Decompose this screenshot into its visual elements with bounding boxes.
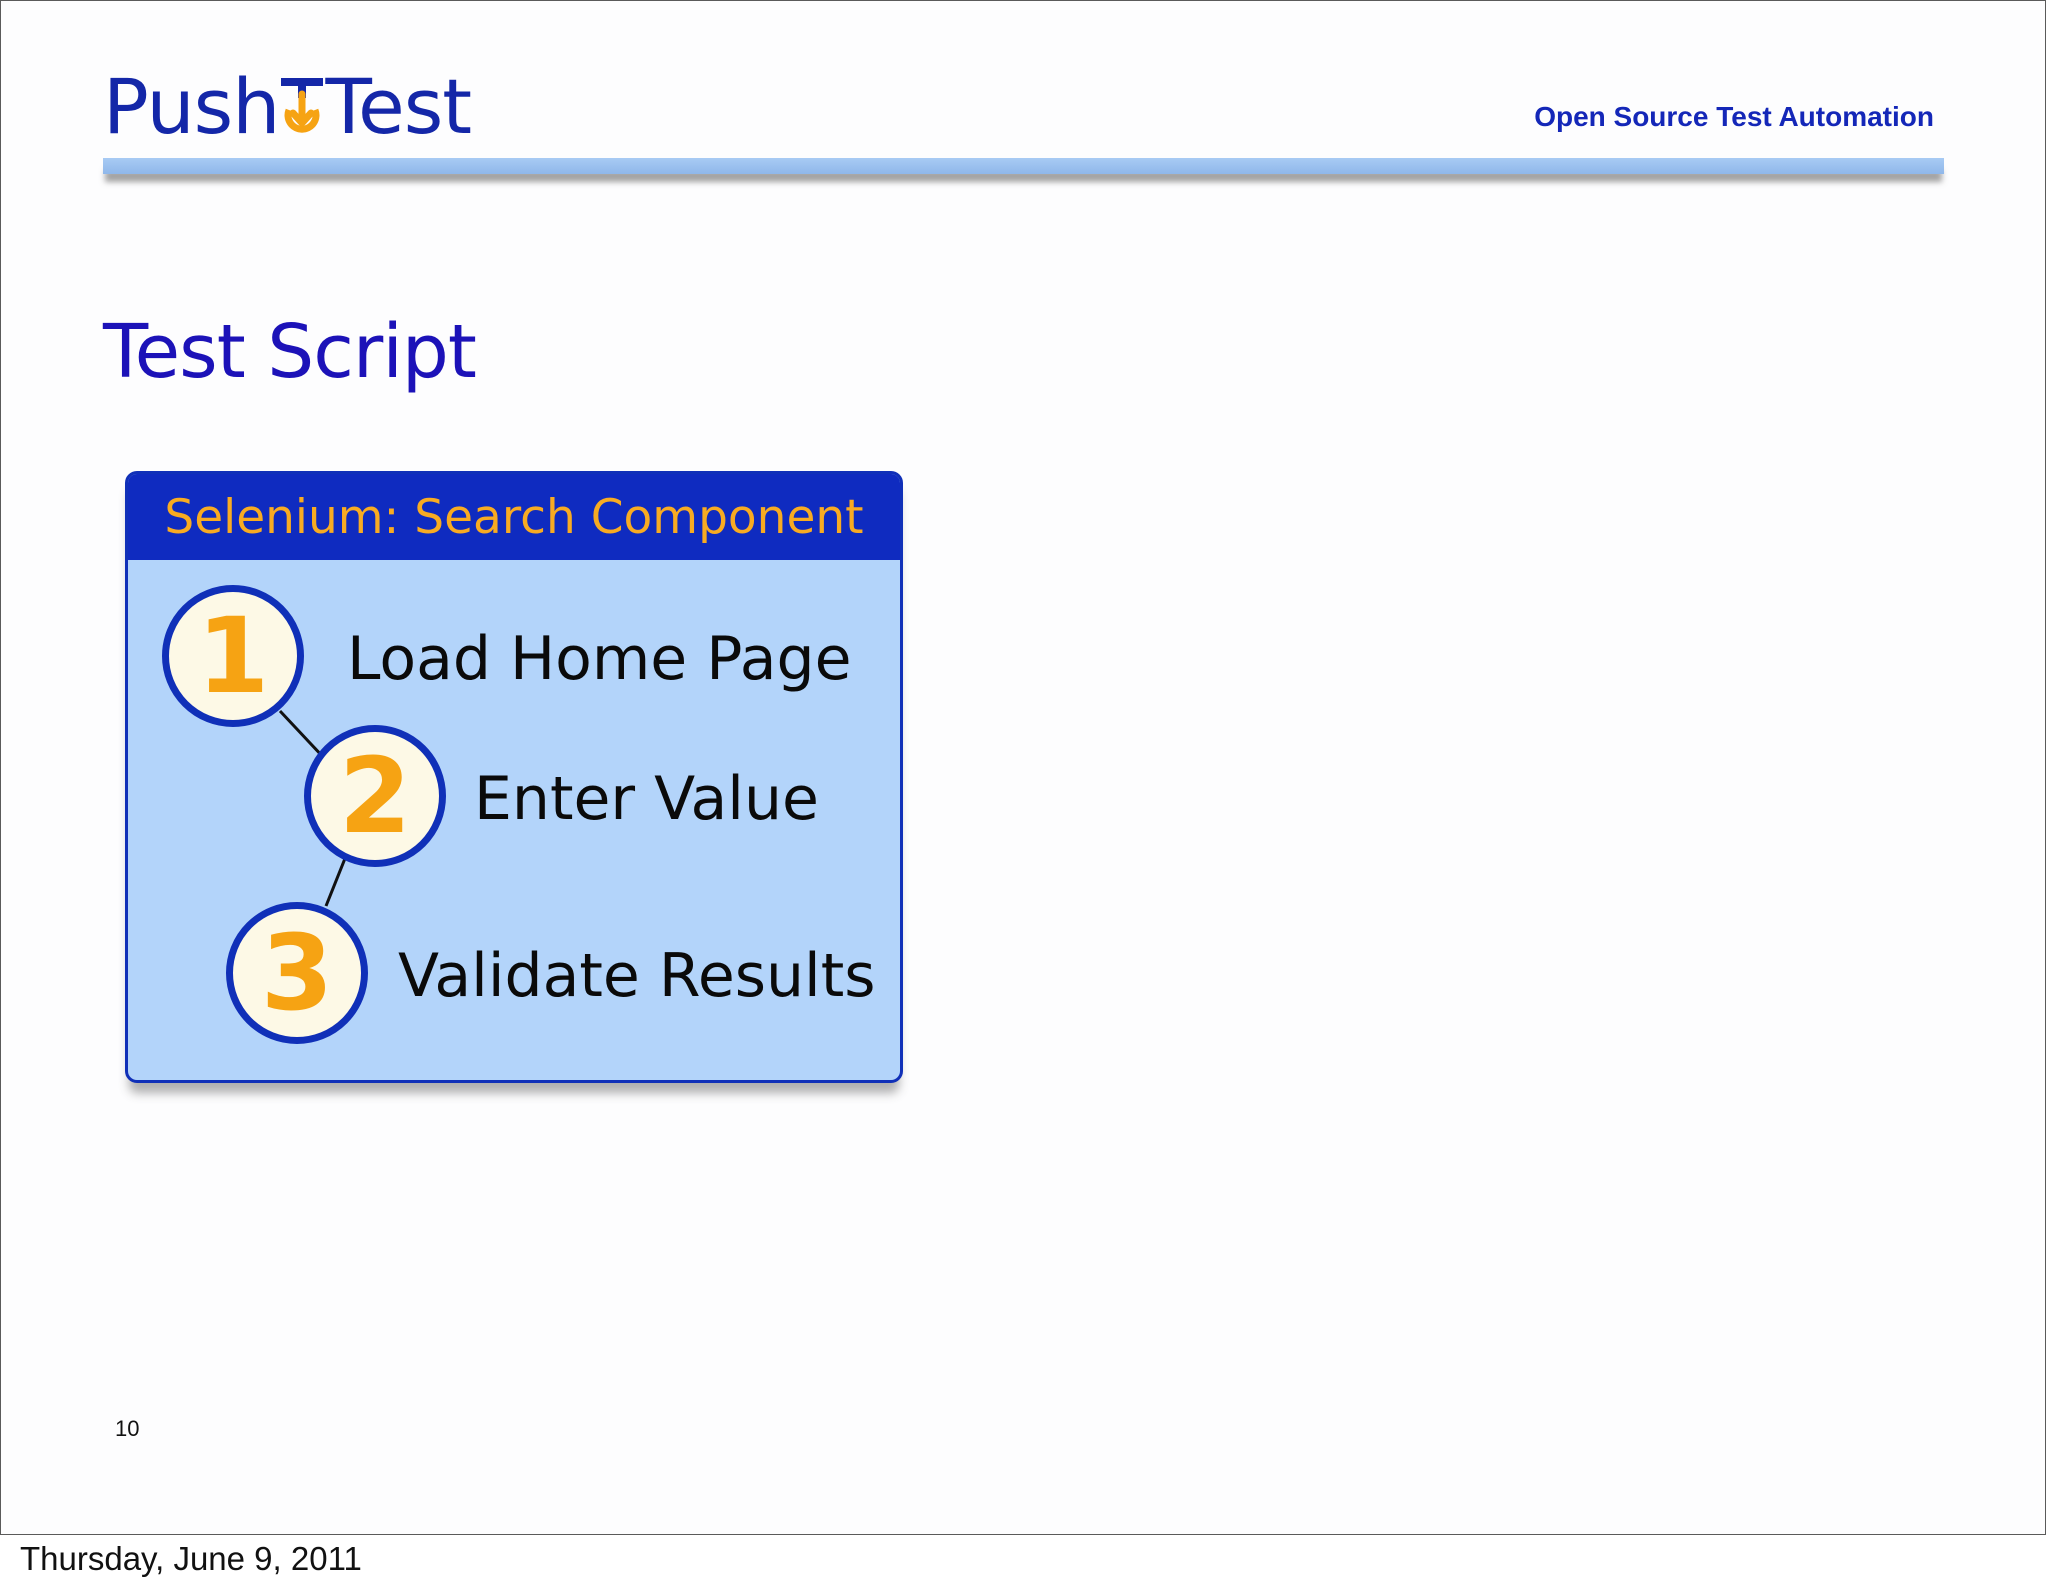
slide-title: Test Script — [103, 309, 477, 395]
pushtotest-logo: Push Test — [103, 61, 472, 151]
steps-panel: Selenium: Search Component 1 Load Home P… — [125, 471, 903, 1083]
logo-text-push: Push — [103, 61, 280, 151]
step-1-label: Load Home Page — [347, 624, 852, 694]
step-3-badge: 3 — [226, 902, 368, 1044]
slide: Push Test Open Source Test Automation Te… — [0, 0, 2046, 1535]
step-3-label: Validate Results — [398, 941, 876, 1011]
header-divider — [103, 158, 1944, 174]
footer-date: Thursday, June 9, 2011 — [20, 1540, 362, 1577]
logo-to-icon — [279, 66, 325, 146]
page-number: 10 — [115, 1416, 140, 1441]
step-2-label: Enter Value — [474, 764, 819, 834]
logo-text-test: Test — [325, 61, 472, 151]
step-2-badge: 2 — [304, 725, 446, 867]
tagline: Open Source Test Automation — [1534, 101, 1934, 132]
step-1-badge: 1 — [162, 585, 304, 727]
connector-2-3 — [324, 855, 348, 907]
